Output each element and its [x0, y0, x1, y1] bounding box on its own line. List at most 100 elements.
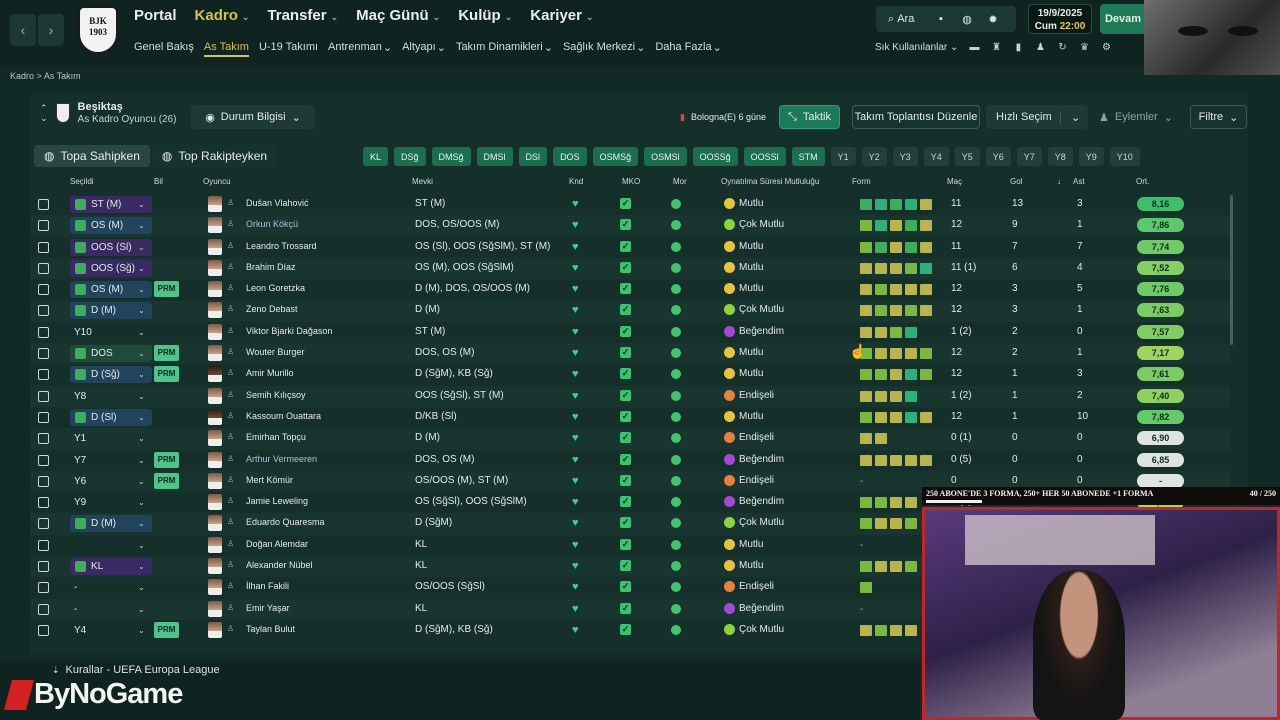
- table-row[interactable]: ST (M) ⌄ ♙ Dušan Vlahović ST (M) ♥ ✓ Mutlu 11 13 3…: [30, 194, 1230, 215]
- sub-nav-item[interactable]: Antrenman: [328, 41, 382, 57]
- table-row[interactable]: D (M) ⌄ ♙ Zeno Debast D (M) ♥ ✓ Çok Mutlu 12 3 1 7,…: [30, 300, 1230, 322]
- sub-nav-item[interactable]: Sağlık Merkezi: [563, 41, 635, 57]
- player-name[interactable]: Brahim Díaz: [246, 262, 296, 272]
- position-chip[interactable]: Y4: [923, 147, 949, 166]
- position-chip[interactable]: OSMSl: [644, 147, 687, 166]
- role-selector[interactable]: Y7 ⌄: [70, 452, 152, 469]
- main-nav-item[interactable]: Kadro ⌄: [195, 7, 250, 24]
- player-name[interactable]: Taylan Bulut: [246, 624, 295, 634]
- player-name[interactable]: Leon Goretzka: [246, 283, 305, 293]
- role-selector[interactable]: Y6 ⌄: [70, 473, 152, 490]
- player-name[interactable]: Doğan Alemdar: [246, 539, 308, 549]
- inbox-icon[interactable]: ▪: [928, 13, 954, 25]
- role-selector[interactable]: D (Sğ) ⌄: [70, 366, 152, 384]
- role-selector[interactable]: OS (M) ⌄: [70, 281, 152, 299]
- select-checkbox[interactable]: [38, 454, 49, 466]
- select-checkbox[interactable]: [38, 284, 49, 296]
- competition-rules[interactable]: ⇣ Kurallar - UEFA Europa League: [52, 664, 220, 676]
- role-selector[interactable]: DOS ⌄: [70, 345, 152, 363]
- position-chip[interactable]: DMSğ: [431, 147, 471, 166]
- role-selector[interactable]: D (M) ⌄: [70, 515, 152, 533]
- search-button[interactable]: ⌕ Ara: [876, 13, 928, 26]
- position-chip[interactable]: Y7: [1016, 147, 1042, 166]
- col-form[interactable]: Form: [852, 177, 871, 186]
- kit-icon[interactable]: ♜: [990, 42, 1002, 53]
- position-chip[interactable]: OOSSl: [743, 147, 786, 166]
- select-checkbox[interactable]: [38, 369, 49, 381]
- filter-dropdown[interactable]: Filtre ⌄: [1190, 105, 1247, 129]
- role-selector[interactable]: ST (M) ⌄: [70, 196, 152, 213]
- select-checkbox[interactable]: [38, 390, 49, 402]
- table-row[interactable]: OS (M) ⌄ ♙ Orkun Kökçü DOS, OS/OOS (M) ♥ ✓ Çok …: [30, 215, 1230, 237]
- role-selector[interactable]: Y4 ⌄: [70, 622, 152, 639]
- player-name[interactable]: Emir Yaşar: [246, 603, 290, 613]
- main-nav-item[interactable]: Portal: [134, 7, 177, 24]
- position-chip[interactable]: Y9: [1078, 147, 1104, 166]
- select-checkbox[interactable]: [38, 199, 49, 210]
- sub-nav-item[interactable]: Genel Bakış: [134, 41, 194, 57]
- player-name[interactable]: Mert Kömür: [246, 475, 293, 485]
- position-chip[interactable]: KL: [363, 147, 389, 166]
- select-checkbox[interactable]: [38, 475, 49, 487]
- main-nav-item[interactable]: Kariyer ⌄: [530, 7, 593, 24]
- player-name[interactable]: Dušan Vlahović: [246, 198, 309, 208]
- col-apps[interactable]: Maç: [947, 177, 962, 186]
- role-selector[interactable]: D (M) ⌄: [70, 302, 152, 320]
- actions-dropdown[interactable]: ♟ Eylemler ⌄: [1095, 105, 1177, 129]
- table-row[interactable]: OOS (Sğ) ⌄ ♙ Brahim Díaz OS (M), OOS (SğSlM)…: [30, 257, 1230, 280]
- select-checkbox[interactable]: [38, 497, 49, 509]
- table-row[interactable]: D (Sğ) ⌄ PRM ♙ Amir Murillo D (SğM), KB (Sğ) ♥…: [30, 364, 1230, 385]
- main-nav-item[interactable]: Transfer ⌄: [267, 7, 338, 24]
- player-name[interactable]: Amir Murillo: [246, 368, 294, 378]
- table-row[interactable]: OOS (Sl) ⌄ ♙ Leandro Trossard OS (Sl), OOS (…: [30, 237, 1230, 258]
- position-chip[interactable]: Y8: [1047, 147, 1073, 166]
- player-name[interactable]: Eduardo Quaresma: [246, 517, 325, 527]
- chat-icon[interactable]: ▬: [968, 42, 980, 53]
- sub-nav-item[interactable]: Daha Fazla: [655, 41, 711, 57]
- tactic-button[interactable]: ⤡ Taktik: [779, 105, 840, 129]
- position-chip[interactable]: STM: [791, 147, 825, 166]
- position-chip[interactable]: DSğ: [394, 147, 426, 166]
- role-selector[interactable]: Y10 ⌄: [70, 324, 152, 341]
- status-info-dropdown[interactable]: ◉ Durum Bilgisi ⌄: [191, 105, 315, 129]
- staff-icon[interactable]: ♟: [1034, 42, 1046, 53]
- select-checkbox[interactable]: [38, 241, 49, 253]
- position-chip[interactable]: Y1: [830, 147, 856, 166]
- col-position[interactable]: Mevki: [412, 177, 433, 186]
- sub-nav-item[interactable]: Altyapı: [402, 41, 436, 57]
- select-checkbox[interactable]: [38, 411, 49, 423]
- table-row[interactable]: Y7 ⌄ PRM ♙ Arthur Vermeeren DOS, OS (M) ♥ ✓ Beğe…: [30, 450, 1230, 471]
- position-chip[interactable]: DSl: [518, 147, 548, 166]
- select-checkbox[interactable]: [38, 305, 49, 317]
- position-chip[interactable]: DMSl: [476, 147, 513, 166]
- favorites-dropdown[interactable]: Sık Kullanılanlar ⌄: [875, 42, 958, 53]
- player-name[interactable]: Kassoum Ouattara: [246, 411, 321, 421]
- club-crest[interactable]: BJK 1903: [78, 6, 118, 54]
- table-row[interactable]: OS (M) ⌄ PRM ♙ Leon Goretzka D (M), DOS, OS/O…: [30, 279, 1230, 300]
- select-checkbox[interactable]: [38, 220, 49, 232]
- player-name[interactable]: Zeno Debast: [246, 304, 298, 314]
- position-chip[interactable]: DOS: [553, 147, 587, 166]
- select-checkbox[interactable]: [38, 348, 49, 360]
- tab-in-possession[interactable]: ◍ Topa Sahipken: [34, 145, 150, 167]
- select-checkbox[interactable]: [38, 539, 49, 551]
- col-info[interactable]: Bil: [154, 177, 163, 186]
- position-chip[interactable]: Y3: [892, 147, 918, 166]
- col-happiness[interactable]: Oynatılma Süresi Mutluluğu: [721, 177, 819, 186]
- table-row[interactable]: Y8 ⌄ ♙ Semih Kılıçsoy OOS (SğSl), ST (M) ♥ ✓ En…: [30, 385, 1230, 407]
- position-chip[interactable]: OOSSğ: [692, 147, 738, 166]
- trophy-icon[interactable]: ♛: [1078, 42, 1090, 53]
- main-nav-item[interactable]: Kulüp ⌄: [458, 7, 512, 24]
- role-selector[interactable]: OOS (Sğ) ⌄: [70, 259, 152, 277]
- table-row[interactable]: Y1 ⌄ ♙ Emirhan Topçu D (M) ♥ ✓ Endişeli 0 (1) 0 0 6…: [30, 428, 1230, 450]
- select-checkbox[interactable]: [38, 603, 49, 615]
- player-name[interactable]: İlhan Fakili: [246, 581, 289, 591]
- col-average[interactable]: Ort.: [1136, 177, 1149, 186]
- sub-nav-item[interactable]: As Takım: [203, 41, 249, 57]
- collapse-toggle[interactable]: ⌃ ⌄: [40, 103, 48, 123]
- table-row[interactable]: D (Sl) ⌄ ♙ Kassoum Ouattara D/KB (Sl) ♥ ✓ Mutlu…: [30, 407, 1230, 428]
- main-nav-item[interactable]: Maç Günü ⌄: [356, 7, 440, 24]
- role-selector[interactable]: Y9 ⌄: [70, 494, 152, 511]
- position-chip[interactable]: Y5: [954, 147, 980, 166]
- player-name[interactable]: Arthur Vermeeren: [246, 454, 317, 464]
